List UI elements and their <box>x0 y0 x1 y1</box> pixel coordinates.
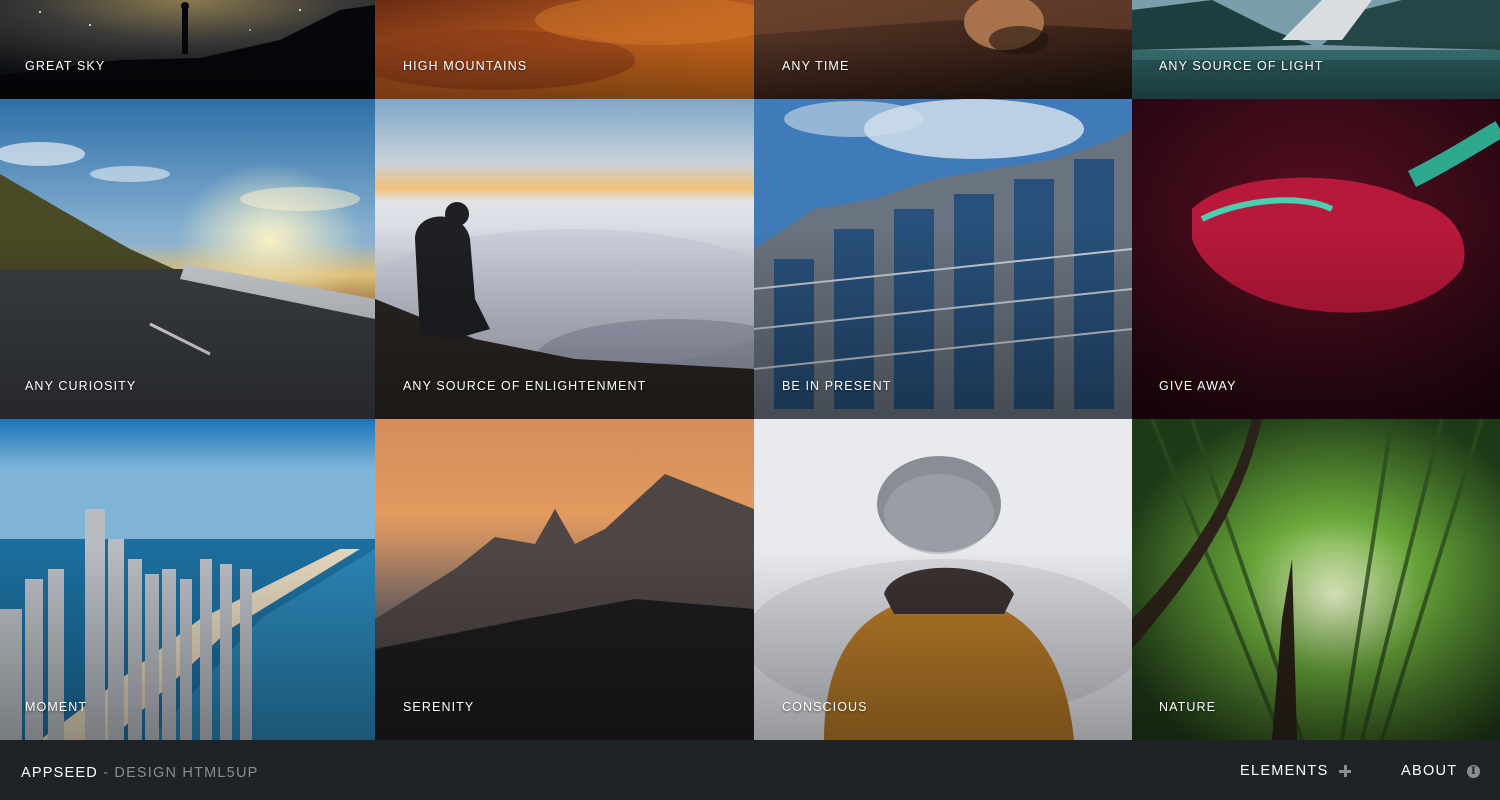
nav-about-button[interactable]: About i <box>1401 763 1481 779</box>
footer-bar: AppSeed - Design HTML5UP Elements About … <box>0 740 1500 800</box>
nav-elements-label: Elements <box>1240 763 1329 779</box>
gallery-tile-high-mountains[interactable]: High Mountains <box>375 0 754 99</box>
gallery-tile-serenity[interactable]: Serenity <box>375 419 754 740</box>
tile-label: Any Source of Light <box>1159 59 1324 73</box>
gallery-tile-moment[interactable]: Moment <box>0 419 375 740</box>
tile-label: Any Time <box>782 59 850 73</box>
gallery-tile-any-source-of-enlightenment[interactable]: Any Source of Enlightenment <box>375 99 754 419</box>
plus-icon <box>1338 765 1351 777</box>
tile-label: Any Curiosity <box>25 379 137 393</box>
info-icon: i <box>1467 764 1481 778</box>
tile-label: Give Away <box>1159 379 1237 393</box>
tile-label: Any Source of Enlightenment <box>403 379 647 393</box>
brand-subtitle: - Design HTML5UP <box>97 765 259 781</box>
tile-label: Be in Present <box>782 379 892 393</box>
nav-elements-button[interactable]: Elements <box>1240 763 1351 779</box>
brand-name: AppSeed <box>21 765 98 781</box>
gallery-tile-conscious[interactable]: Conscious <box>754 419 1132 740</box>
gallery-tile-any-source-of-light[interactable]: Any Source of Light <box>1132 0 1500 99</box>
gallery-tile-great-sky[interactable]: Great Sky <box>0 0 375 99</box>
tile-label: Moment <box>25 700 88 714</box>
tile-label: Conscious <box>782 700 868 714</box>
tile-label: Serenity <box>403 700 475 714</box>
site-brand[interactable]: AppSeed - Design HTML5UP <box>21 765 259 781</box>
gallery-tile-be-in-present[interactable]: Be in Present <box>754 99 1132 419</box>
tile-label: High Mountains <box>403 59 528 73</box>
gallery-tile-give-away[interactable]: Give Away <box>1132 99 1500 419</box>
photo-gallery: Great Sky High Mountains <box>0 0 1500 740</box>
gallery-tile-any-curiosity[interactable]: Any Curiosity <box>0 99 375 419</box>
tile-label: Nature <box>1159 700 1217 714</box>
gallery-tile-any-time[interactable]: Any Time <box>754 0 1132 99</box>
nav-about-label: About <box>1401 763 1458 779</box>
tile-label: Great Sky <box>25 59 106 73</box>
gallery-tile-nature[interactable]: Nature <box>1132 419 1500 740</box>
